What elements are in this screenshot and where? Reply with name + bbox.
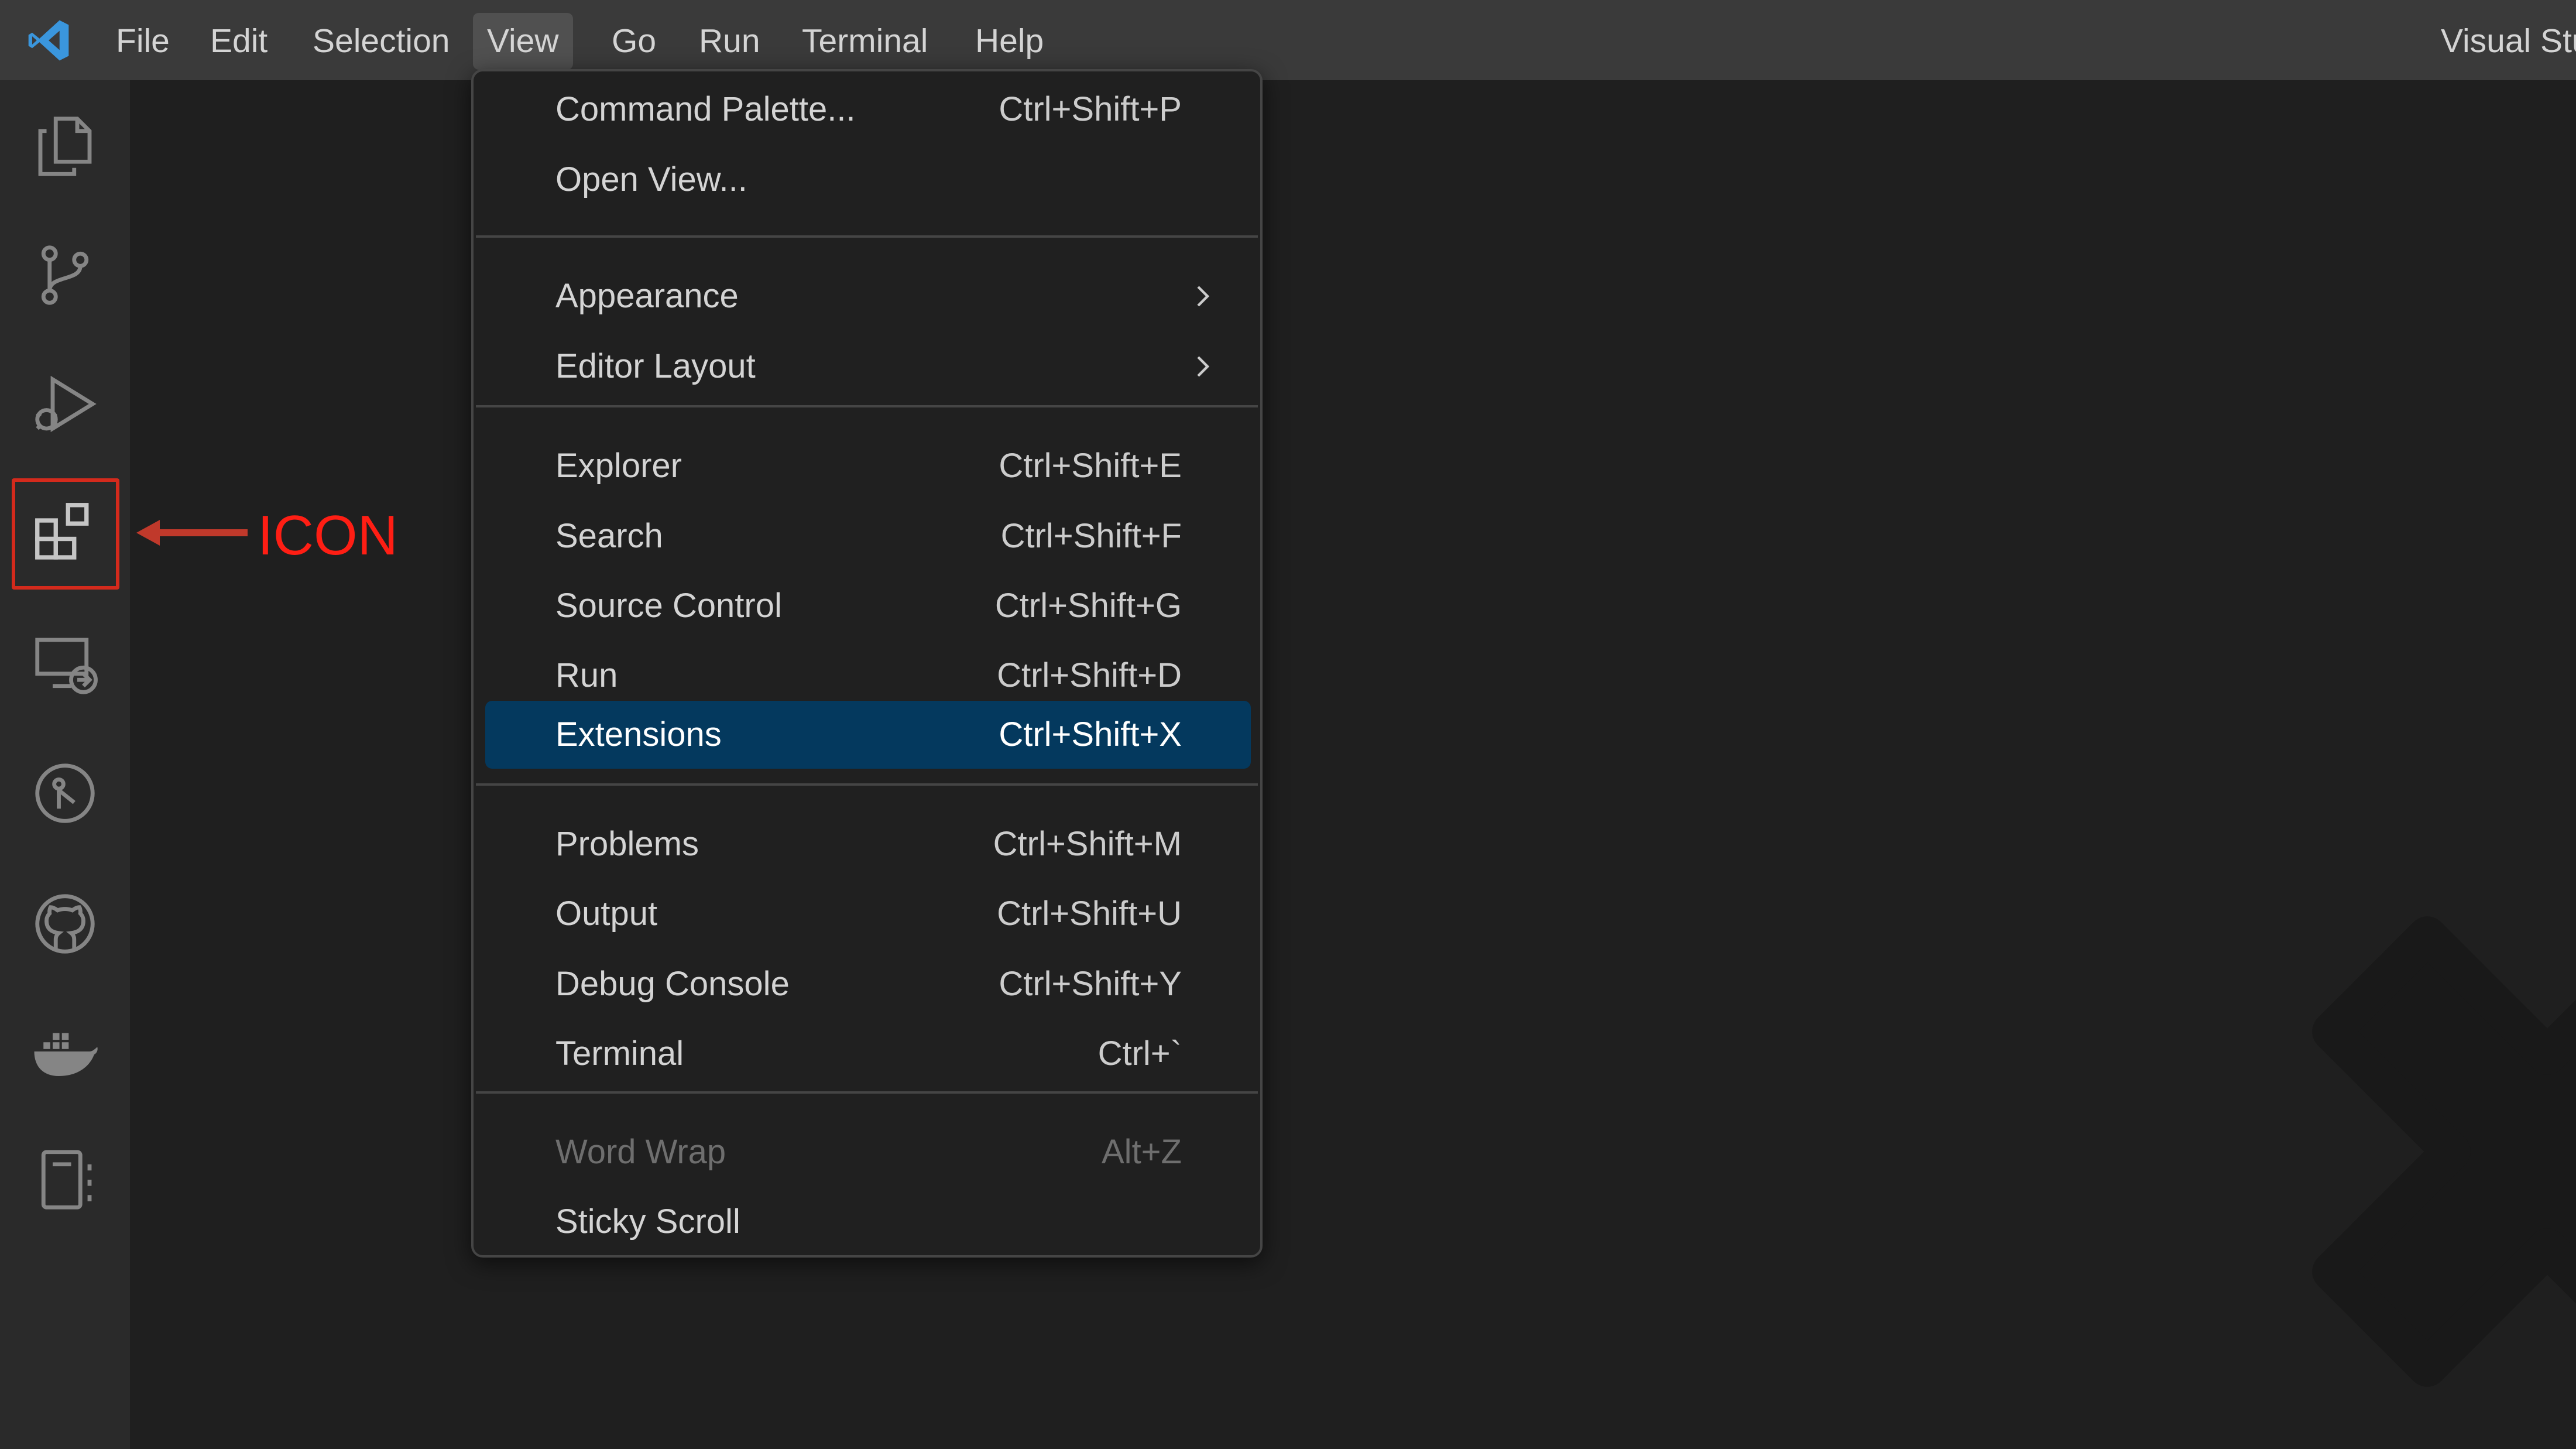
menu-item-run[interactable]: Run Ctrl+Shift+D	[485, 644, 1251, 707]
chevron-right-icon	[1197, 286, 1210, 307]
menu-edit[interactable]: Edit	[196, 13, 282, 70]
menu-item-label: Appearance	[555, 277, 739, 315]
menu-item-debug-console[interactable]: Debug Console Ctrl+Shift+Y	[485, 953, 1251, 1016]
menu-item-appearance[interactable]: Appearance	[485, 265, 1251, 328]
extensions-highlight-box	[12, 478, 119, 590]
menu-separator	[476, 783, 1258, 786]
menu-item-output[interactable]: Output Ctrl+Shift+U	[485, 882, 1251, 946]
view-menu-dropdown: Command Palette... Ctrl+Shift+P Open Vie…	[471, 69, 1263, 1258]
menu-item-search[interactable]: Search Ctrl+Shift+F	[485, 505, 1251, 568]
menu-item-shortcut: Ctrl+Shift+F	[1000, 517, 1182, 555]
menu-run[interactable]: Run	[685, 13, 774, 70]
annotation-label: ICON	[258, 504, 398, 567]
menu-item-extensions[interactable]: Extensions Ctrl+Shift+X	[485, 701, 1251, 769]
menu-item-open-view[interactable]: Open View...	[485, 148, 1251, 211]
explorer-icon[interactable]	[28, 109, 102, 183]
menu-help[interactable]: Help	[961, 13, 1058, 70]
remote-explorer-icon[interactable]	[28, 628, 102, 701]
menu-item-problems[interactable]: Problems Ctrl+Shift+M	[485, 813, 1251, 876]
menu-item-word-wrap: Word Wrap Alt+Z	[485, 1121, 1251, 1184]
menu-item-shortcut: Ctrl+Shift+E	[999, 447, 1182, 485]
menu-item-shortcut: Ctrl+Shift+M	[993, 825, 1182, 863]
gitlens-icon[interactable]	[28, 756, 102, 830]
menu-item-label: Terminal	[555, 1034, 684, 1073]
menu-selection[interactable]: Selection	[299, 13, 464, 70]
menu-item-label: Open View...	[555, 160, 747, 198]
activity-bar	[0, 80, 130, 1449]
menu-item-source-control[interactable]: Source Control Ctrl+Shift+G	[485, 574, 1251, 638]
menu-item-label: Output	[555, 895, 658, 933]
menu-item-label: Word Wrap	[555, 1133, 726, 1171]
menu-item-label: Debug Console	[555, 965, 790, 1003]
menu-item-shortcut: Ctrl+Shift+X	[999, 715, 1182, 753]
title-bar: File Edit Selection View Go Run Terminal…	[0, 0, 2576, 80]
menu-item-label: Sticky Scroll	[555, 1203, 740, 1241]
menu-item-explorer[interactable]: Explorer Ctrl+Shift+E	[485, 434, 1251, 498]
vscode-logo-icon	[28, 20, 69, 61]
github-icon[interactable]	[28, 887, 102, 961]
menu-item-shortcut: Alt+Z	[1102, 1133, 1182, 1171]
menu-item-terminal[interactable]: Terminal Ctrl+`	[485, 1022, 1251, 1085]
menu-item-label: Search	[555, 517, 663, 555]
menu-terminal[interactable]: Terminal	[788, 13, 942, 70]
menu-separator	[476, 405, 1258, 407]
source-control-icon[interactable]	[28, 238, 102, 312]
docker-icon[interactable]	[28, 1015, 102, 1088]
menu-item-label: Problems	[555, 825, 699, 863]
menu-item-label: Run	[555, 656, 618, 694]
menu-item-label: Command Palette...	[555, 90, 856, 128]
menu-separator	[476, 1091, 1258, 1094]
menu-item-label: Editor Layout	[555, 347, 756, 385]
menu-item-label: Extensions	[555, 715, 722, 753]
window-title: Visual Stu	[2441, 22, 2576, 60]
annotation-arrow-icon	[136, 520, 248, 546]
notebook-icon[interactable]	[28, 1143, 102, 1217]
menu-file[interactable]: File	[102, 13, 184, 70]
menu-item-shortcut: Ctrl+Shift+Y	[999, 965, 1182, 1003]
menu-separator	[476, 235, 1258, 238]
menu-item-shortcut: Ctrl+Shift+D	[997, 656, 1182, 694]
menu-view[interactable]: View	[473, 13, 573, 70]
menu-item-label: Source Control	[555, 587, 782, 625]
menu-item-shortcut: Ctrl+`	[1097, 1034, 1182, 1073]
run-debug-icon[interactable]	[28, 367, 102, 441]
menu-item-command-palette[interactable]: Command Palette... Ctrl+Shift+P	[485, 78, 1251, 141]
vscode-watermark-icon	[2312, 916, 2576, 1387]
menu-go[interactable]: Go	[598, 13, 670, 70]
menu-item-shortcut: Ctrl+Shift+P	[999, 90, 1182, 128]
menu-item-editor-layout[interactable]: Editor Layout	[485, 335, 1251, 398]
chevron-right-icon	[1197, 356, 1210, 377]
menu-item-label: Explorer	[555, 447, 682, 485]
menu-item-shortcut: Ctrl+Shift+U	[997, 895, 1182, 933]
vscode-window: File Edit Selection View Go Run Terminal…	[0, 0, 2576, 1449]
menu-item-sticky-scroll[interactable]: Sticky Scroll	[485, 1190, 1251, 1253]
menu-item-shortcut: Ctrl+Shift+G	[994, 587, 1182, 625]
